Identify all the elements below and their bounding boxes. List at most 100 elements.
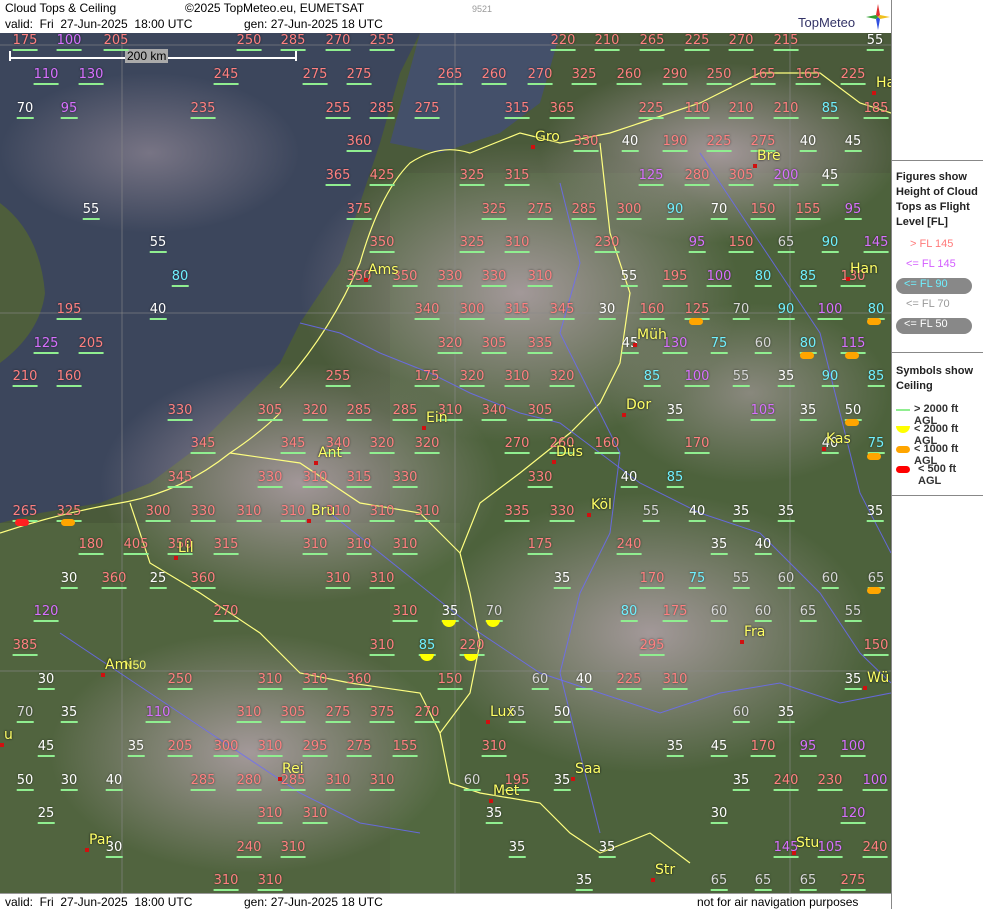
cloud-top-label: 40 [149,302,167,320]
cloud-top-label: 35 [575,873,593,891]
city-marker-icon [314,461,318,465]
cloud-top-label: 40 [754,537,772,555]
cloud-top-label: 310 [504,369,530,387]
city-label: Kas [826,431,851,447]
cloud-top-label: 250 [236,33,262,51]
symbol-lt500: < 500 ft AGL [896,463,980,487]
cloud-top-label: 305 [728,168,754,186]
cloud-top-label: 40 [621,134,639,152]
cloud-top-label: 105 [817,840,843,858]
cloud-top-label: 210 [12,369,38,387]
cloud-top-label: 150 [863,638,889,656]
cloud-top-label: 260 [481,67,507,85]
cloud-top-label: 95 [60,101,78,119]
map-code: 9521 [472,4,493,14]
cloud-top-label: 275 [840,873,866,891]
cloud-top-label: 35 [485,806,503,824]
cloud-top-label: 265 [639,33,665,51]
cloud-top-label: 330 [392,470,418,488]
cloud-top-label: 60 [777,571,795,589]
cloud-top-label: 310 [302,806,328,824]
cloud-top-label: 315 [504,168,530,186]
cloud-top-label: 310 [325,773,351,791]
symbol-lt1000: < 1000 ft AGL [896,443,980,467]
cloud-top-label: 315 [346,470,372,488]
cloud-top-label: 330 [257,470,283,488]
cloud-top-label: 70 [16,101,34,119]
map-title: Cloud Tops & Ceiling [5,1,117,15]
city-marker-icon [571,777,575,781]
cloud-top-label: 70 [732,302,750,320]
cloud-top-label: 225 [638,101,664,119]
cloud-top-label: 285 [571,202,597,220]
cloud-top-label: 80 [171,269,189,287]
ceiling-symbol-icon [867,587,881,594]
cloud-top-label: 310 [527,269,553,287]
cloud-top-label: 280 [236,773,262,791]
cloud-top-label: 225 [684,33,710,51]
city-label: Rei [282,761,304,777]
city-label: Stu [796,835,820,851]
cloud-top-label: 365 [549,101,575,119]
city-label: Düs [556,444,583,460]
city-marker-icon [633,343,637,347]
city-label: Ami [105,657,133,673]
cloud-top-label: 45 [37,739,55,757]
city-marker-icon [489,799,493,803]
city-marker-icon [753,164,757,168]
cloud-top-label: 300 [145,504,171,522]
cloud-top-label: 225 [616,672,642,690]
ceiling-symbol-icon [845,419,859,426]
cloud-top-label: 75 [688,571,706,589]
cloud-top-label: 270 [504,436,530,454]
cloud-top-label: 55 [620,269,638,287]
cloud-top-label: 265 [437,67,463,85]
cloud-top-label: 100 [817,302,843,320]
cloud-top-label: 170 [639,571,665,589]
city-marker-icon [486,720,490,724]
ceiling-symbol-icon [800,352,814,359]
legend-title: Figures show Height of Cloud Tops as Fli… [896,171,978,228]
cloud-top-label: 65 [799,604,817,622]
cloud-top-label: 165 [795,67,821,85]
cloud-top-label: 310 [369,773,395,791]
satellite-map[interactable]: 200 km N50 175 100 205 250 285 270 255 220 210 26… [0,33,891,893]
cloud-top-label: 330 [167,403,193,421]
cloud-top-label: 155 [392,739,418,757]
cloud-top-label: 55 [844,604,862,622]
cloud-top-label: 80 [799,336,817,354]
cloud-top-label: 310 [213,873,239,891]
cloud-top-label: 45 [821,168,839,186]
cloud-top-label: 240 [862,840,888,858]
cloud-top-label: 270 [414,705,440,723]
cloud-top-label: 35 [710,537,728,555]
ceiling-symbol-icon [845,352,859,359]
cloud-top-label: 325 [459,168,485,186]
cloud-top-label: 125 [33,336,59,354]
cloud-top-label: 85 [666,470,684,488]
cloud-top-label: 250 [706,67,732,85]
cloud-top-label: 375 [369,705,395,723]
cloud-top-label: 35 [844,672,862,690]
cloud-top-label: 30 [60,571,78,589]
cloud-top-label: 30 [60,773,78,791]
cloud-top-label: 60 [754,336,772,354]
city-label: Par [89,832,112,848]
cloud-top-label: 175 [527,537,553,555]
cloud-top-label: 285 [280,33,306,51]
cloud-top-label: 405 [123,537,149,555]
cloud-top-label: 185 [863,101,889,119]
cloud-top-label: 275 [346,67,372,85]
cloud-top-label: 120 [33,604,59,622]
cloud-top-label: 320 [369,436,395,454]
cloud-top-label: 300 [213,739,239,757]
cloud-top-label: 425 [369,168,395,186]
cloud-top-label: 80 [754,269,772,287]
city-label: Str [655,862,676,878]
cloud-top-label: 310 [302,470,328,488]
cloud-top-label: 315 [213,537,239,555]
cloud-top-label: 330 [190,504,216,522]
cloud-top-label: 40 [620,470,638,488]
cloud-top-label: 50 [16,773,34,791]
cloud-top-label: 75 [867,436,885,454]
